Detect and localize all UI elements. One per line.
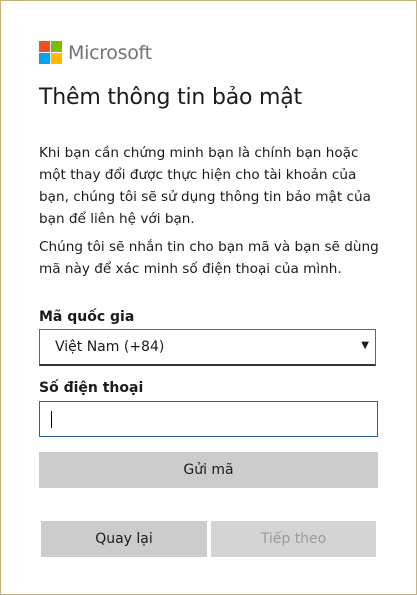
text-cursor	[51, 411, 52, 428]
next-button[interactable]: Tiếp theo	[211, 521, 376, 557]
brand-name: Microsoft	[68, 41, 152, 64]
dropdown-arrow-icon: ▼	[361, 340, 369, 351]
microsoft-logo-icon	[39, 41, 62, 64]
phone-number-input[interactable]	[39, 401, 378, 437]
page-title: Thêm thông tin bảo mật	[39, 85, 302, 110]
back-button[interactable]: Quay lại	[41, 521, 207, 557]
dialog-frame: Microsoft Thêm thông tin bảo mật Khi bạn…	[0, 0, 417, 595]
phone-number-label: Số điện thoại	[39, 380, 144, 396]
microsoft-logo: Microsoft	[39, 41, 152, 64]
country-code-value: Việt Nam (+84)	[55, 339, 165, 355]
sms-info-text: Chúng tôi sẽ nhắn tin cho bạn mã và bạn …	[39, 239, 379, 277]
country-code-label: Mã quốc gia	[39, 309, 135, 325]
country-code-select[interactable]: Việt Nam (+84) ▼	[39, 329, 376, 366]
intro-text: Khi bạn cần chứng minh bạn là chính bạn …	[39, 145, 371, 227]
send-code-button[interactable]: Gửi mã	[39, 452, 378, 488]
